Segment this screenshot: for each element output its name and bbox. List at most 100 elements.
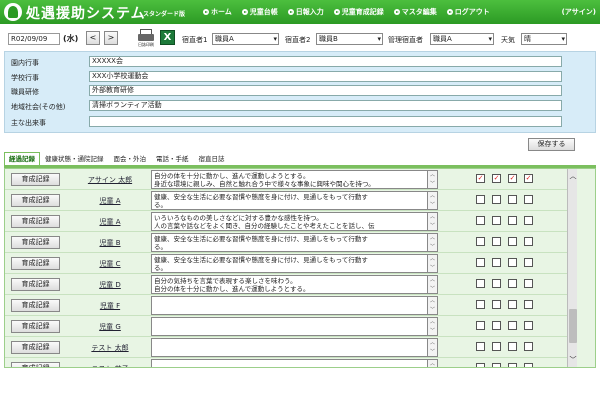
growth-record-button[interactable]: 育成記録 — [11, 362, 60, 367]
row-checkbox[interactable]: ✓ — [524, 174, 533, 183]
weather-select[interactable]: 晴 — [521, 33, 567, 45]
row-checkbox[interactable] — [524, 258, 533, 267]
excel-export-icon[interactable]: X — [160, 30, 175, 45]
nav-home[interactable]: ホーム — [203, 7, 232, 17]
note-scrollbar[interactable]: ︿﹀ — [428, 317, 438, 336]
row-checkbox[interactable] — [524, 279, 533, 288]
note-scrollbar[interactable]: ︿﹀ — [428, 254, 438, 273]
growth-record-button[interactable]: 育成記録 — [11, 341, 60, 354]
row-checkbox[interactable] — [508, 237, 517, 246]
event-input[interactable] — [89, 116, 562, 127]
event-input[interactable]: 外部教育研修 — [89, 85, 562, 96]
row-checkbox[interactable] — [508, 363, 517, 367]
note-scrollbar[interactable]: ︿﹀ — [428, 233, 438, 252]
growth-record-button[interactable]: 育成記録 — [11, 257, 60, 270]
note-textarea[interactable]: 健康、安全な生活に必要な習慣や態度を身に付け、見通しをもって行動す る。 — [151, 191, 428, 210]
row-checkbox[interactable] — [492, 216, 501, 225]
row-checkbox[interactable] — [508, 195, 517, 204]
nav-daily-report[interactable]: 日報入力 — [287, 7, 324, 17]
row-checkbox[interactable] — [524, 321, 533, 330]
note-textarea[interactable] — [151, 338, 428, 357]
row-checkbox[interactable] — [508, 279, 517, 288]
child-name-link[interactable]: 児童 G — [75, 322, 145, 332]
manager-select[interactable]: 職員A — [430, 33, 494, 45]
row-checkbox[interactable] — [508, 300, 517, 309]
growth-record-button[interactable]: 育成記録 — [11, 173, 60, 186]
row-checkbox[interactable] — [476, 216, 485, 225]
row-checkbox[interactable] — [492, 321, 501, 330]
tab-progress[interactable]: 経過記録 — [4, 152, 40, 165]
child-name-link[interactable]: 児童 C — [75, 259, 145, 269]
growth-record-button[interactable]: 育成記録 — [11, 278, 60, 291]
nav-growth-record[interactable]: 児童育成記録 — [333, 7, 384, 17]
child-name-link[interactable]: 児童 B — [75, 238, 145, 248]
row-checkbox[interactable] — [492, 300, 501, 309]
row-checkbox[interactable] — [476, 195, 485, 204]
row-checkbox[interactable] — [508, 216, 517, 225]
row-checkbox[interactable] — [492, 258, 501, 267]
note-textarea[interactable]: いろいろなものの美しさなどに対する豊かな感性を持つ。 人の言葉や話などをよく聞き、… — [151, 212, 428, 231]
row-checkbox[interactable] — [508, 342, 517, 351]
scrollbar-thumb[interactable] — [569, 309, 577, 343]
row-checkbox[interactable] — [524, 195, 533, 204]
row-checkbox[interactable] — [492, 279, 501, 288]
note-textarea[interactable]: 健康、安全な生活に必要な習慣や態度を身に付け、見通しをもって行動す る。 — [151, 254, 428, 273]
row-checkbox[interactable]: ✓ — [492, 174, 501, 183]
note-textarea[interactable] — [151, 317, 428, 336]
prev-day-button[interactable]: < — [86, 31, 100, 45]
child-name-link[interactable]: アサイン 太郎 — [75, 175, 145, 185]
child-name-link[interactable]: 児童 A — [75, 196, 145, 206]
row-checkbox[interactable] — [508, 321, 517, 330]
growth-record-button[interactable]: 育成記録 — [11, 320, 60, 333]
vertical-scrollbar[interactable]: ︿ ﹀ — [567, 169, 577, 367]
note-textarea[interactable]: 自分の体を十分に動かし、進んで運動しようとする。 身近な環境に親しみ、自然と触れ合… — [151, 170, 428, 189]
note-textarea[interactable]: 自分の気持ちを言葉で表現する楽しさを味わう。 自分の体を十分に動かし、進んで運動し… — [151, 275, 428, 294]
child-name-link[interactable]: 児童 A — [75, 217, 145, 227]
date-input[interactable]: R02/09/09 — [8, 33, 60, 45]
nav-logout[interactable]: ログアウト — [446, 7, 490, 17]
save-button[interactable]: 保存する — [528, 138, 575, 151]
row-checkbox[interactable] — [524, 216, 533, 225]
note-scrollbar[interactable]: ︿﹀ — [428, 338, 438, 357]
row-checkbox[interactable] — [476, 342, 485, 351]
tab-visit[interactable]: 面会・外泊 — [109, 152, 152, 165]
row-checkbox[interactable] — [508, 258, 517, 267]
row-checkbox[interactable]: ✓ — [508, 174, 517, 183]
row-checkbox[interactable] — [476, 300, 485, 309]
tab-phone-letter[interactable]: 電話・手紙 — [151, 152, 194, 165]
child-name-link[interactable]: 児童 F — [75, 301, 145, 311]
note-scrollbar[interactable]: ︿﹀ — [428, 212, 438, 231]
event-input[interactable]: 清掃ボランティア活動 — [89, 100, 562, 111]
row-checkbox[interactable] — [524, 363, 533, 367]
row-checkbox[interactable] — [492, 363, 501, 367]
child-name-link[interactable]: 児童 D — [75, 280, 145, 290]
row-checkbox[interactable] — [492, 195, 501, 204]
child-name-link[interactable]: テスト 花子 — [75, 364, 145, 367]
row-checkbox[interactable] — [524, 237, 533, 246]
row-checkbox[interactable] — [476, 258, 485, 267]
note-textarea[interactable] — [151, 296, 428, 315]
row-checkbox[interactable]: ✓ — [476, 174, 485, 183]
child-name-link[interactable]: テスト 太郎 — [75, 343, 145, 353]
row-checkbox[interactable] — [476, 321, 485, 330]
note-scrollbar[interactable]: ︿﹀ — [428, 170, 438, 189]
row-checkbox[interactable] — [476, 279, 485, 288]
growth-record-button[interactable]: 育成記録 — [11, 299, 60, 312]
row-checkbox[interactable] — [476, 237, 485, 246]
staff1-select[interactable]: 職員A — [212, 33, 279, 45]
row-checkbox[interactable] — [492, 237, 501, 246]
tab-night-log[interactable]: 宿直日誌 — [194, 152, 230, 165]
note-scrollbar[interactable]: ︿﹀ — [428, 275, 438, 294]
next-day-button[interactable]: > — [104, 31, 118, 45]
note-scrollbar[interactable]: ︿﹀ — [428, 359, 438, 367]
growth-record-button[interactable]: 育成記録 — [11, 215, 60, 228]
event-input[interactable]: XXX小学校運動会 — [89, 71, 562, 82]
row-checkbox[interactable] — [492, 342, 501, 351]
nav-master-edit[interactable]: マスタ編集 — [393, 7, 437, 17]
note-scrollbar[interactable]: ︿﹀ — [428, 191, 438, 210]
note-scrollbar[interactable]: ︿﹀ — [428, 296, 438, 315]
note-textarea[interactable] — [151, 359, 428, 367]
tab-health[interactable]: 健康状態・通院記録 — [40, 152, 109, 165]
growth-record-button[interactable]: 育成記録 — [11, 236, 60, 249]
growth-record-button[interactable]: 育成記録 — [11, 194, 60, 207]
